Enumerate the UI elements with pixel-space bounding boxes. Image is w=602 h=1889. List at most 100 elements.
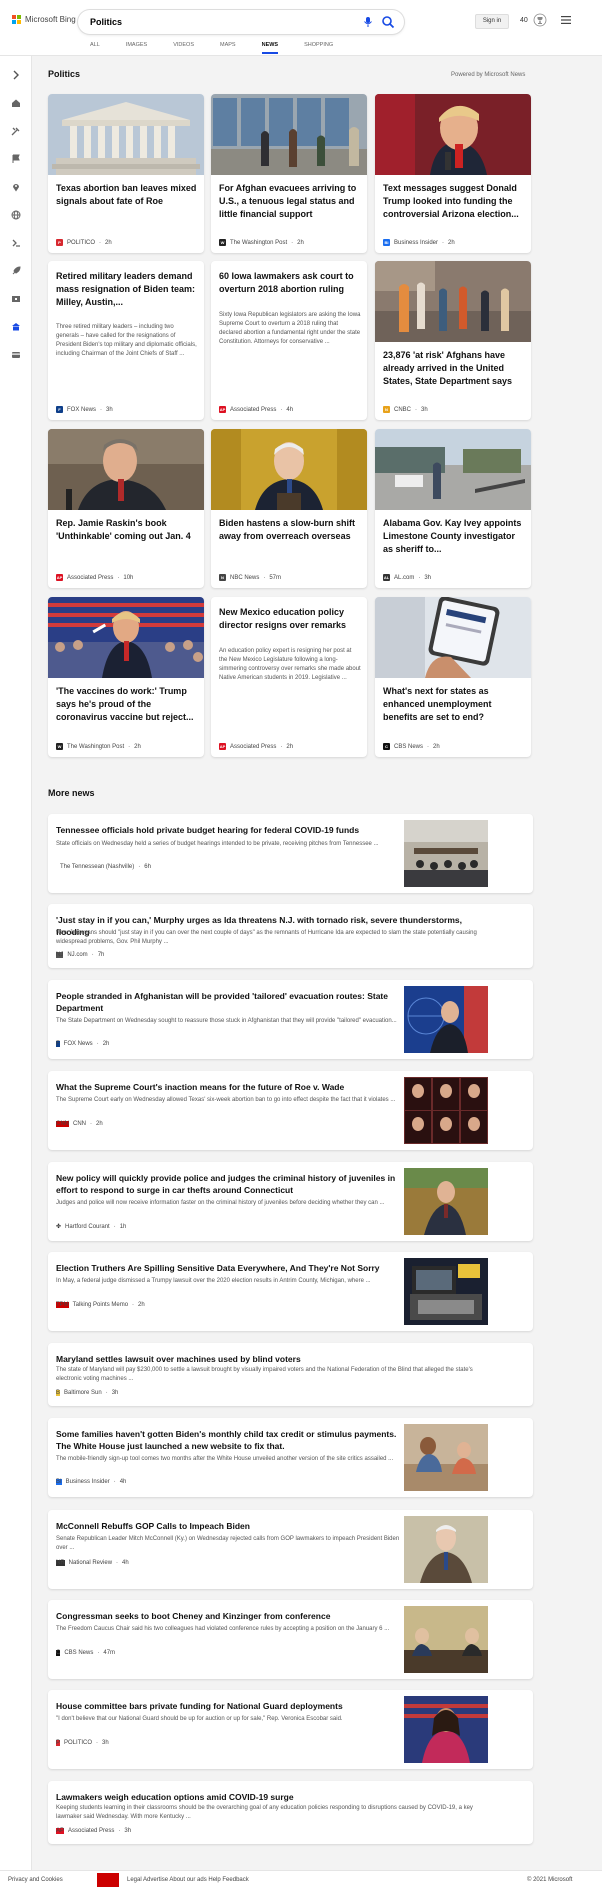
item-source[interactable]: ✤ Hartford Courant · 1h: [56, 1223, 126, 1230]
item-source[interactable]: NJ NJ.com · 7h: [56, 952, 104, 958]
card-source[interactable]: AL AL.com · 3h: [383, 574, 431, 581]
arrow-right-icon[interactable]: [11, 70, 21, 80]
news-card[interactable]: Alabama Gov. Kay Ivey appoints Limestone…: [375, 429, 531, 588]
search-icon[interactable]: [381, 15, 395, 29]
home-icon[interactable]: [11, 98, 21, 108]
card-source[interactable]: AP Associated Press · 4h: [219, 406, 293, 413]
news-card[interactable]: 23,876 'at risk' Afghans have already ar…: [375, 261, 531, 420]
item-source[interactable]: F FOX News · 2h: [56, 1041, 109, 1047]
item-source[interactable]: CNN CNN · 2h: [56, 1121, 103, 1127]
card-icon[interactable]: [11, 350, 21, 360]
item-source[interactable]: TPM Talking Points Memo · 2h: [56, 1302, 145, 1308]
news-card[interactable]: New Mexico education policy director res…: [211, 597, 367, 757]
item-headline[interactable]: New policy will quickly provide police a…: [56, 1172, 406, 1196]
card-source[interactable]: N CNBC · 3h: [383, 406, 428, 413]
item-source[interactable]: AP Associated Press · 3h: [56, 1828, 131, 1834]
tab-maps[interactable]: MAPS: [220, 42, 236, 54]
card-headline[interactable]: What's next for states as enhanced unemp…: [383, 685, 525, 724]
card-source[interactable]: AP Associated Press · 2h: [219, 743, 293, 750]
sign-in-button[interactable]: Sign in: [475, 14, 509, 29]
card-source[interactable]: P POLITICO · 2h: [56, 239, 112, 246]
news-card[interactable]: Rep. Jamie Raskin's book 'Unthinkable' c…: [48, 429, 204, 588]
card-headline[interactable]: 23,876 'at risk' Afghans have already ar…: [383, 349, 525, 388]
news-card[interactable]: For Afghan evacuees arriving to U.S., a …: [211, 94, 367, 253]
globe-icon[interactable]: [11, 210, 21, 220]
rocket-icon[interactable]: [11, 266, 21, 276]
card-headline[interactable]: 60 Iowa lawmakers ask court to overturn …: [219, 270, 361, 296]
building-icon[interactable]: [11, 322, 21, 332]
news-card[interactable]: Text messages suggest Donald Trump looke…: [375, 94, 531, 253]
more-news-item[interactable]: People stranded in Afghanistan will be p…: [48, 980, 533, 1059]
item-headline[interactable]: People stranded in Afghanistan will be p…: [56, 990, 406, 1014]
film-icon[interactable]: [11, 294, 21, 304]
item-headline[interactable]: Lawmakers weigh education options amid C…: [56, 1791, 486, 1803]
tab-news[interactable]: NEWS: [261, 42, 279, 54]
more-news-item[interactable]: House committee bars private funding for…: [48, 1690, 533, 1769]
card-headline[interactable]: Rep. Jamie Raskin's book 'Unthinkable' c…: [56, 517, 198, 543]
item-headline[interactable]: Maryland settles lawsuit over machines u…: [56, 1353, 486, 1365]
item-headline[interactable]: House committee bars private funding for…: [56, 1700, 406, 1712]
item-headline[interactable]: Congressman seeks to boot Cheney and Kin…: [56, 1610, 406, 1622]
more-news-item[interactable]: Congressman seeks to boot Cheney and Kin…: [48, 1600, 533, 1679]
card-source[interactable]: AP Associated Press · 10h: [56, 574, 133, 581]
item-headline[interactable]: Election Truthers Are Spilling Sensitive…: [56, 1262, 406, 1274]
menu-icon[interactable]: [561, 16, 571, 24]
card-source[interactable]: C CBS News · 2h: [383, 743, 440, 750]
card-headline[interactable]: For Afghan evacuees arriving to U.S., a …: [219, 182, 361, 221]
rewards-count[interactable]: 40: [520, 17, 528, 24]
more-news-item[interactable]: 'Just stay in if you can,' Murphy urges …: [48, 904, 533, 968]
card-source[interactable]: BI Business Insider · 2h: [383, 239, 455, 246]
tools-icon[interactable]: [11, 126, 21, 136]
card-headline[interactable]: Texas abortion ban leaves mixed signals …: [56, 182, 198, 208]
news-card[interactable]: 60 Iowa lawmakers ask court to overturn …: [211, 261, 367, 420]
news-card[interactable]: 'The vaccines do work:' Trump says he's …: [48, 597, 204, 757]
flag-icon[interactable]: [11, 154, 21, 164]
powered-by-label[interactable]: Powered by Microsoft News: [451, 72, 525, 78]
rewards-trophy-icon[interactable]: [533, 13, 547, 27]
item-source[interactable]: B Baltimore Sun · 3h: [56, 1390, 118, 1396]
money-icon[interactable]: [11, 238, 21, 248]
item-source[interactable]: The Tennessean (Nashville) · 6h: [56, 864, 151, 870]
card-source[interactable]: W The Washington Post · 2h: [56, 743, 141, 750]
more-news-item[interactable]: New policy will quickly provide police a…: [48, 1162, 533, 1241]
news-card[interactable]: Biden hastens a slow-burn shift away fro…: [211, 429, 367, 588]
card-headline[interactable]: Alabama Gov. Kay Ivey appoints Limestone…: [383, 517, 525, 556]
tab-all[interactable]: ALL: [90, 42, 100, 54]
news-card[interactable]: What's next for states as enhanced unemp…: [375, 597, 531, 757]
card-headline[interactable]: Biden hastens a slow-burn shift away fro…: [219, 517, 361, 543]
item-source[interactable]: P POLITICO · 3h: [56, 1740, 109, 1746]
more-news-item[interactable]: McConnell Rebuffs GOP Calls to Impeach B…: [48, 1510, 533, 1589]
more-news-item[interactable]: Maryland settles lawsuit over machines u…: [48, 1343, 533, 1406]
card-headline[interactable]: New Mexico education policy director res…: [219, 606, 361, 632]
item-headline[interactable]: What the Supreme Court's inaction means …: [56, 1081, 406, 1093]
privacy-link[interactable]: Privacy and Cookies: [8, 1877, 63, 1883]
item-source[interactable]: NR National Review · 4h: [56, 1560, 129, 1566]
more-news-item[interactable]: Lawmakers weigh education options amid C…: [48, 1781, 533, 1844]
tab-shopping[interactable]: SHOPPING: [304, 42, 333, 54]
more-news-item[interactable]: Election Truthers Are Spilling Sensitive…: [48, 1252, 533, 1331]
card-headline[interactable]: Text messages suggest Donald Trump looke…: [383, 182, 525, 221]
item-headline[interactable]: Tennessee officials hold private budget …: [56, 824, 406, 836]
search-input[interactable]: [90, 15, 330, 29]
more-news-item[interactable]: Some families haven't gotten Biden's mon…: [48, 1418, 533, 1497]
more-news-item[interactable]: What the Supreme Court's inaction means …: [48, 1071, 533, 1150]
more-news-item[interactable]: Tennessee officials hold private budget …: [48, 814, 533, 893]
card-source[interactable]: N NBC News · 57m: [219, 574, 281, 581]
news-card[interactable]: Retired military leaders demand mass res…: [48, 261, 204, 420]
card-headline[interactable]: 'The vaccines do work:' Trump says he's …: [56, 685, 198, 724]
location-icon[interactable]: [11, 182, 21, 192]
tab-videos[interactable]: VIDEOS: [173, 42, 194, 54]
tab-images[interactable]: IMAGES: [126, 42, 147, 54]
footer-links[interactable]: Legal Advertise About our ads Help Feedb…: [127, 1877, 249, 1883]
card-headline[interactable]: Retired military leaders demand mass res…: [56, 270, 198, 309]
item-source[interactable]: C CBS News · 47m: [56, 1650, 115, 1656]
item-headline[interactable]: Some families haven't gotten Biden's mon…: [56, 1428, 406, 1452]
item-headline[interactable]: McConnell Rebuffs GOP Calls to Impeach B…: [56, 1520, 406, 1532]
card-source[interactable]: W The Washington Post · 2h: [219, 239, 304, 246]
item-source[interactable]: BI Business Insider · 4h: [56, 1479, 126, 1485]
card-source[interactable]: F FOX News · 3h: [56, 406, 113, 413]
search-box[interactable]: [78, 10, 404, 34]
bing-logo[interactable]: Microsoft Bing: [12, 15, 76, 24]
microphone-icon[interactable]: [362, 16, 374, 28]
news-card[interactable]: Texas abortion ban leaves mixed signals …: [48, 94, 204, 253]
